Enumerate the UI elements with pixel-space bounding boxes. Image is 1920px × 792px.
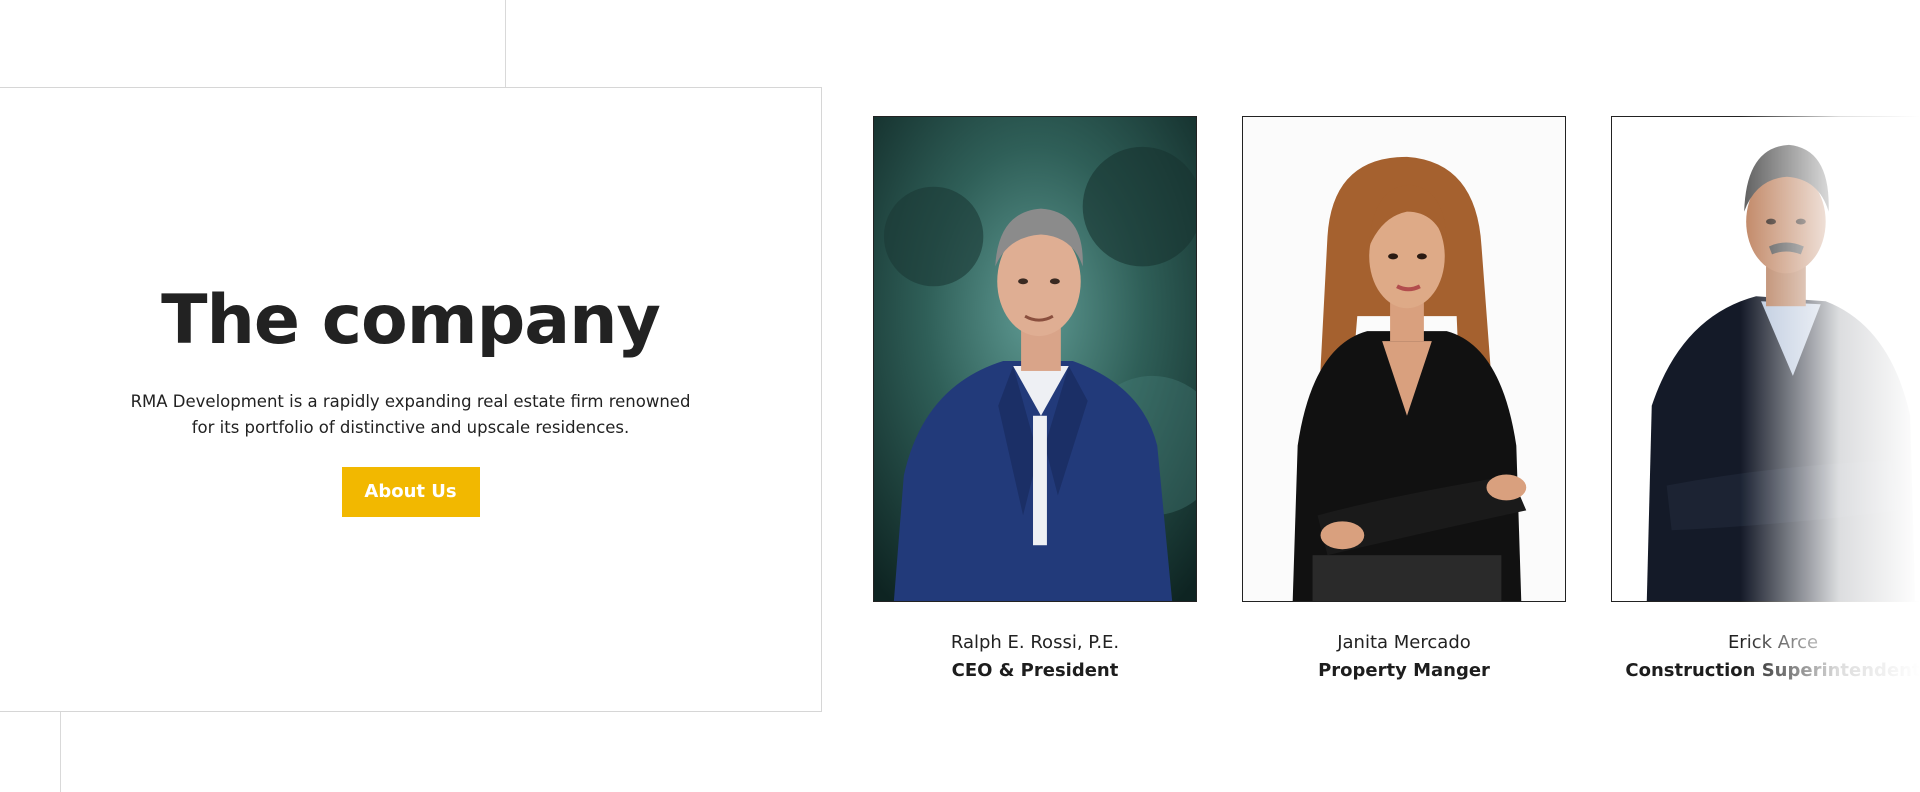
team-member-photo <box>1242 116 1566 602</box>
company-section: The company RMA Development is a rapidly… <box>0 0 1920 792</box>
team-member-role: Property Manger <box>1318 660 1490 681</box>
decorative-line-top <box>505 0 506 88</box>
portrait-image-janita <box>1243 117 1565 601</box>
team-member-name: Erick Arce <box>1727 632 1819 653</box>
team-member-role: Construction Superintendent <box>1625 660 1920 681</box>
intro-description: RMA Development is a rapidly expanding r… <box>130 391 691 437</box>
team-member-photo <box>873 116 1197 602</box>
intro-panel: The company RMA Development is a rapidly… <box>0 87 822 712</box>
team-member-card[interactable]: Janita Mercado Property Manger <box>1242 116 1566 683</box>
team-member-photo <box>1611 116 1920 602</box>
decorative-line-bottom <box>60 712 61 792</box>
section-title: The company <box>161 280 661 360</box>
team-member-name: Ralph E. Rossi, P.E. <box>950 632 1120 653</box>
portrait-image-ralph <box>874 117 1196 601</box>
team-member-card[interactable]: Erick Arce Construction Superintendent <box>1611 116 1920 683</box>
team-member-role: CEO & President <box>951 660 1119 681</box>
team-member-name: Janita Mercado <box>1337 632 1471 653</box>
about-us-button[interactable]: About Us <box>341 466 480 517</box>
team-member-card[interactable]: Ralph E. Rossi, P.E. CEO & President <box>873 116 1197 683</box>
portrait-image-erick <box>1612 117 1920 601</box>
